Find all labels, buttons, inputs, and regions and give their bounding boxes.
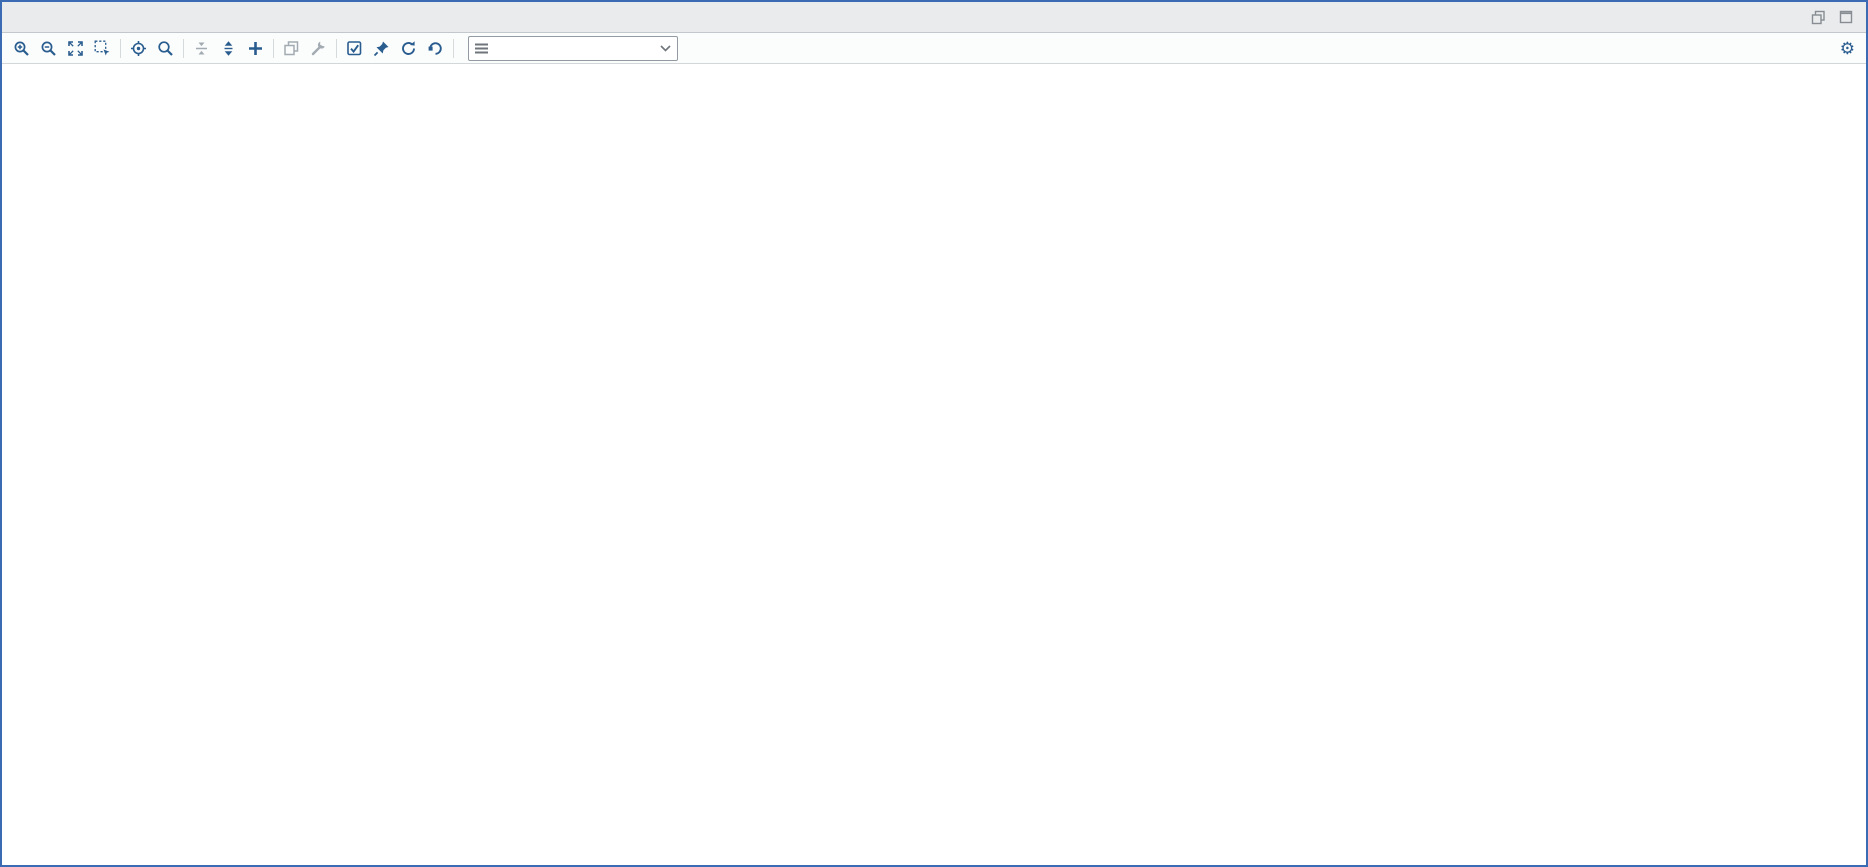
toolbar-separator xyxy=(120,39,121,58)
view-selector-dropdown[interactable] xyxy=(468,36,678,61)
chevron-down-icon xyxy=(660,41,671,55)
customize-block-icon[interactable] xyxy=(305,36,332,60)
toolbar-separator xyxy=(183,39,184,58)
tab-bar-space xyxy=(2,2,1780,32)
help-icon[interactable] xyxy=(1780,7,1800,27)
add-ip-icon[interactable] xyxy=(242,36,269,60)
maximize-icon[interactable] xyxy=(1836,7,1856,27)
auto-fit-selection-icon[interactable] xyxy=(125,36,152,60)
gear-icon[interactable]: ⚙ xyxy=(1840,40,1855,57)
zoom-in-icon[interactable] xyxy=(8,36,35,60)
vivado-diagram-window: ⚙ xyxy=(0,0,1868,867)
refresh-icon[interactable] xyxy=(395,36,422,60)
window-buttons xyxy=(1780,2,1866,32)
duplicate-icon[interactable] xyxy=(278,36,305,60)
tab-bar xyxy=(2,2,1866,33)
float-window-icon[interactable] xyxy=(1808,7,1828,27)
expand-hierarchy-icon[interactable] xyxy=(215,36,242,60)
diagram-toolbar: ⚙ xyxy=(2,33,1866,64)
zoom-to-selection-icon[interactable] xyxy=(89,36,116,60)
zoom-out-icon[interactable] xyxy=(35,36,62,60)
toolbar-separator xyxy=(453,39,454,58)
validate-design-icon[interactable] xyxy=(341,36,368,60)
fit-view-icon[interactable] xyxy=(62,36,89,60)
list-icon xyxy=(475,43,488,54)
diagram-canvas[interactable] xyxy=(2,64,1866,865)
pin-icon[interactable] xyxy=(368,36,395,60)
search-icon[interactable] xyxy=(152,36,179,60)
toolbar-separator xyxy=(273,39,274,58)
collapse-hierarchy-icon[interactable] xyxy=(188,36,215,60)
regenerate-layout-icon[interactable] xyxy=(422,36,449,60)
toolbar-separator xyxy=(336,39,337,58)
